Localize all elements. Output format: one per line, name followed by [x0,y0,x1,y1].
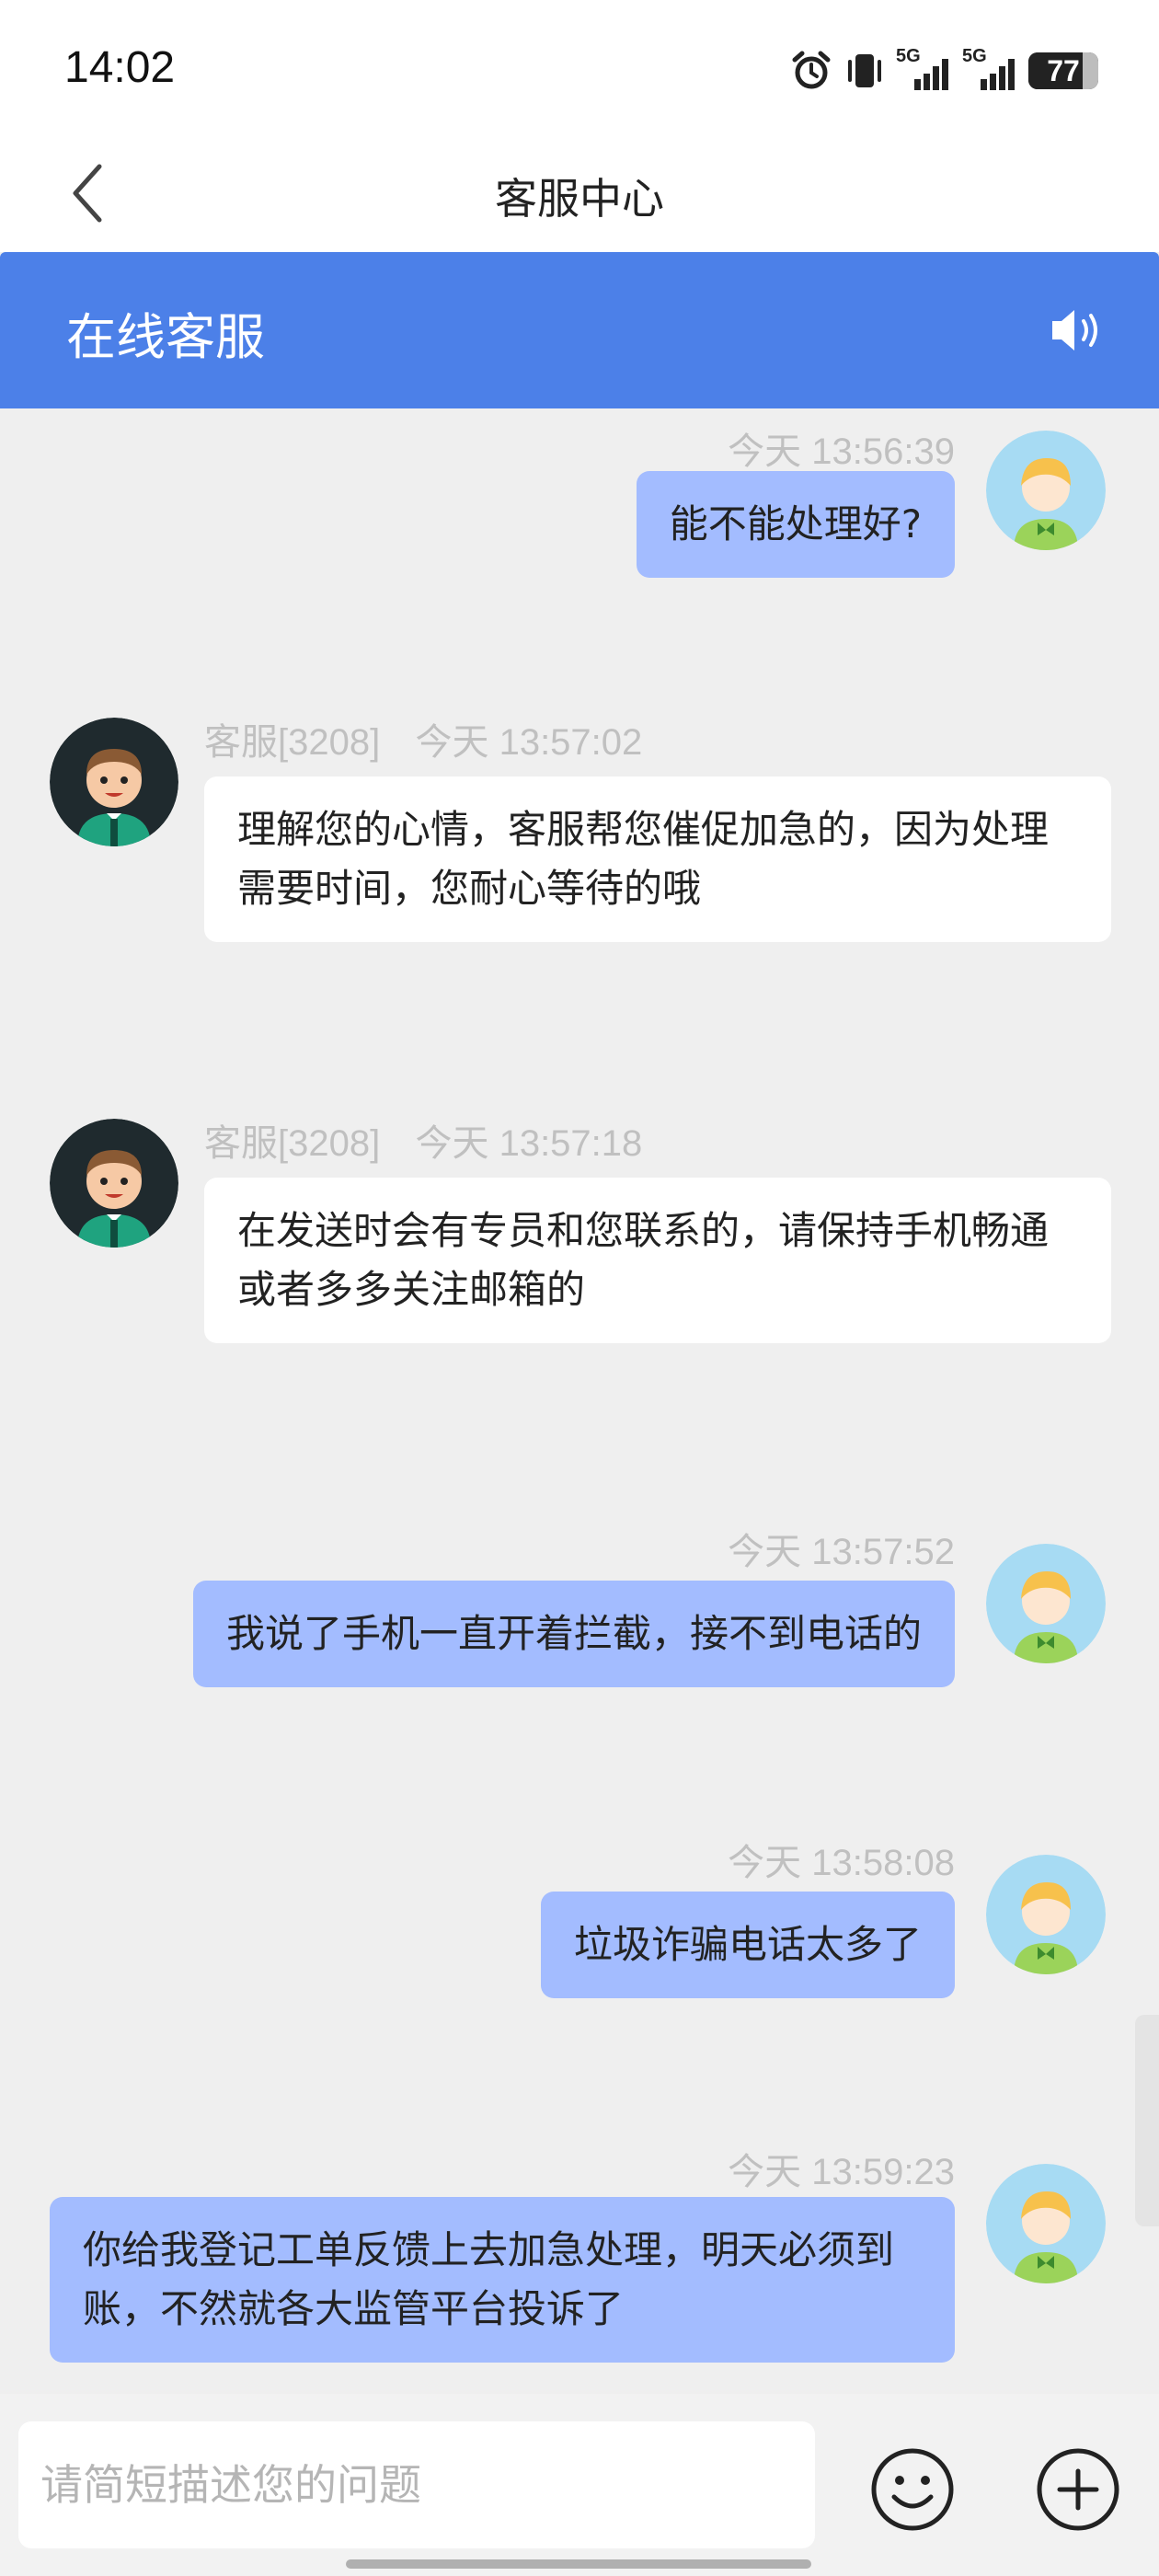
message-user: 今天 13:57:52 我说了手机一直开着拦截，接不到电话的 [0,1522,1159,1761]
message-bubble[interactable]: 能不能处理好? [636,471,955,578]
alarm-icon [789,49,833,93]
agent-id-and-time: 客服[3208] 今天 13:57:18 [204,1113,642,1167]
agent-id: 客服[3208] [204,1123,381,1164]
emoji-button[interactable] [868,2445,957,2534]
service-title: 在线客服 [66,308,265,366]
message-user: 今天 13:56:39 能不能处理好? [0,408,1159,648]
emoji-icon [868,2448,957,2537]
home-indicator[interactable] [346,2559,811,2569]
message-bubble[interactable]: 理解您的心情，客服帮您催促加急的，因为处理需要时间，您耐心等待的哦 [204,776,1111,942]
avatar-user [986,1544,1106,1663]
message-time: 今天 13:57:02 [415,722,643,763]
message-time: 今天 13:59:23 [728,2152,955,2192]
message-input[interactable] [18,2421,815,2548]
service-header: 在线客服 [0,252,1159,408]
avatar-agent [50,1119,178,1248]
signal-5g-icon: 5G [896,46,951,94]
message-agent: 客服[3208] 今天 13:57:18 在发送时会有专员和您联系的，请保持手机… [0,1113,1159,1417]
plus-icon [1034,2448,1122,2537]
status-bar: 14:02 5G 5G 77 [0,0,1159,138]
plus-button[interactable] [1034,2445,1122,2534]
battery-empty [1082,52,1098,89]
avatar-user [986,2164,1106,2283]
message-agent: 客服[3208] 今天 13:57:02 理解您的心情，客服帮您催促加急的，因为… [0,712,1159,1016]
input-bar [0,2394,1159,2576]
status-time: 14:02 [64,43,176,92]
battery-level: 77 [1047,53,1080,87]
message-bubble[interactable]: 垃圾诈骗电话太多了 [540,1892,955,1998]
nav-bar: 客服中心 [0,138,1159,252]
message-time: 今天 13:56:39 [728,431,955,472]
avatar-user [986,431,1106,550]
chat-area[interactable]: 今天 13:56:39 能不能处理好? 客服[3208] 今天 13:57:02… [0,408,1159,2394]
avatar-user [986,1855,1106,1974]
message-bubble[interactable]: 你给我登记工单反馈上去加急处理，明天必须到账，不然就各大监管平台投诉了 [50,2197,955,2363]
message-time: 今天 13:57:52 [728,1532,955,1572]
speaker-button[interactable] [1039,300,1113,364]
message-time: 今天 13:58:08 [728,1843,955,1883]
message-user: 今天 13:58:08 垃圾诈骗电话太多了 [0,1833,1159,2072]
avatar-agent [50,718,178,846]
agent-id-and-time: 客服[3208] 今天 13:57:02 [204,712,642,765]
message-bubble[interactable]: 在发送时会有专员和您联系的，请保持手机畅通或者多多关注邮箱的 [204,1178,1111,1343]
message-user: 今天 13:59:23 你给我登记工单反馈上去加急处理，明天必须到账，不然就各大… [0,2142,1159,2394]
scrollbar[interactable] [1135,2015,1159,2226]
message-bubble[interactable]: 我说了手机一直开着拦截，接不到电话的 [192,1581,955,1687]
status-icons: 5G 5G 77 [789,46,1098,94]
battery-icon: 77 [1028,52,1098,89]
message-time: 今天 13:57:18 [415,1123,643,1164]
agent-id: 客服[3208] [204,722,381,763]
vibrate-icon [844,49,885,93]
signal-5g-icon: 5G [962,46,1017,94]
speaker-icon [1047,305,1106,360]
page-title: 客服中心 [495,174,664,224]
